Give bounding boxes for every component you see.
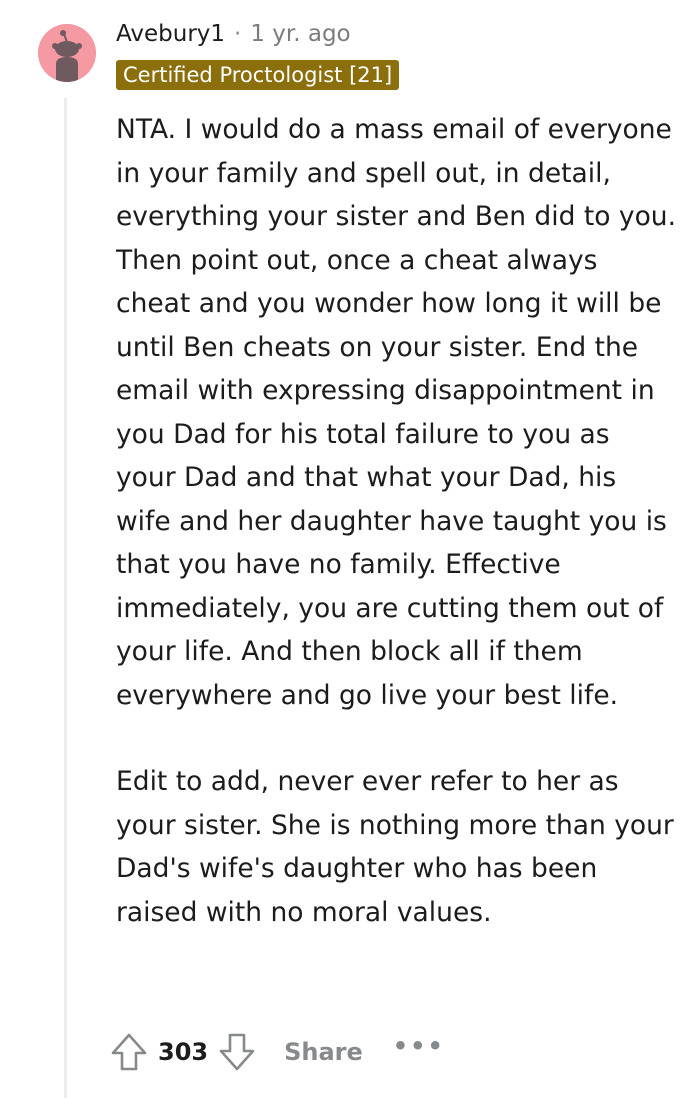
downvote-arrow-icon	[219, 1033, 255, 1071]
thread-line[interactable]	[64, 98, 67, 1098]
username-link[interactable]: Avebury1	[116, 21, 225, 47]
vote-score: 303	[158, 1038, 209, 1066]
upvote-button[interactable]	[110, 1032, 148, 1072]
share-button[interactable]: Share	[284, 1038, 363, 1066]
comment-body: NTA. I would do a mass email of everyone…	[116, 108, 676, 934]
snoo-avatar-icon	[38, 24, 96, 82]
meta-separator: ·	[234, 21, 242, 47]
comment-paragraph: NTA. I would do a mass email of everyone…	[116, 114, 677, 711]
upvote-arrow-icon	[111, 1033, 147, 1071]
avatar[interactable]	[38, 24, 96, 82]
comment-meta: Avebury1 · 1 yr. ago	[116, 18, 351, 50]
comment-actions: 303 Share •••	[110, 1030, 445, 1074]
more-options-icon[interactable]: •••	[393, 1032, 445, 1060]
downvote-button[interactable]	[218, 1032, 256, 1072]
comment-age[interactable]: 1 yr. ago	[250, 21, 350, 47]
user-flair: Certified Proctologist [21]	[116, 60, 400, 90]
comment-paragraph: Edit to add, never ever refer to her as …	[116, 766, 674, 928]
